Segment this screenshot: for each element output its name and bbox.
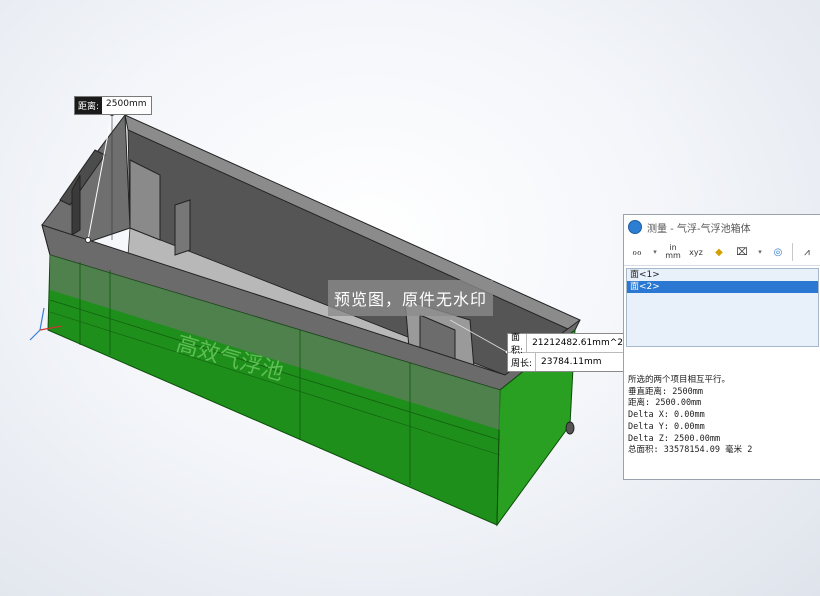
result-line: 总面积: 33578154.09 毫米 2 <box>628 445 753 456</box>
result-line: Delta Y: 0.00mm <box>628 421 705 432</box>
point-to-point-icon[interactable]: ◆ <box>710 243 728 261</box>
result-line: 所选的两个项目相互平行。 <box>628 375 731 385</box>
result-line: Delta X: 0.00mm <box>628 410 705 421</box>
xyz-icon[interactable]: xyz <box>687 243 705 261</box>
watermark: 预览图，原件无水印 <box>328 280 493 316</box>
result-line: 距离: 2500.00mm <box>628 398 702 409</box>
distance-callout-label: 距离: <box>75 97 103 114</box>
tank-nozzle <box>565 421 575 435</box>
area-label: 面积: <box>508 333 528 356</box>
triad-icon <box>39 307 45 331</box>
arc-options-icon[interactable]: ℴℴ <box>628 243 646 261</box>
face-callout: 面积: 21212482.61mm^2 周长: 23784.11mm <box>507 333 624 372</box>
tank-partition <box>174 199 191 256</box>
perimeter-value: 23784.11mm <box>541 357 602 367</box>
measure-toolbar: ℴℴ ▾ in mm xyz ◆ ⌧ ▾ ◎ ⩘ <box>624 239 820 266</box>
perimeter-label: 周长: <box>508 353 536 371</box>
selection-list[interactable]: 面<1> 面<2> <box>626 268 819 347</box>
result-line: 垂直距离: 2500mm <box>628 386 703 397</box>
selection-item[interactable]: 面<1> <box>627 269 818 281</box>
result-line: Delta Z: 2500.00mm <box>628 433 721 444</box>
sensor-icon[interactable]: ⩘ <box>798 243 816 261</box>
measure-panel[interactable]: 测量 - 气浮-气浮池箱体 ℴℴ ▾ in mm xyz ◆ ⌧ ▾ ◎ ⩘ 面<… <box>623 214 820 480</box>
measure-panel-title: 测量 - 气浮-气浮池箱体 <box>647 223 751 235</box>
measure-panel-titlebar[interactable]: 测量 - 气浮-气浮池箱体 <box>624 215 820 239</box>
toolbar-divider <box>792 243 793 261</box>
units-icon[interactable]: in mm <box>664 243 682 261</box>
selection-item[interactable]: 面<2> <box>627 281 818 293</box>
measure-results: 所选的两个项目相互平行。 垂直距离: 2500mm 距离: 2500.00mm … <box>624 347 820 457</box>
distance-callout-value: 2500mm <box>106 99 147 109</box>
area-value: 21212482.61mm^2 <box>532 338 623 348</box>
distance-callout: 距离: 2500mm <box>74 96 152 115</box>
measure-icon <box>628 220 642 234</box>
chevron-down-icon[interactable]: ▾ <box>756 243 764 261</box>
projection-icon[interactable]: ⌧ <box>733 243 751 261</box>
chevron-down-icon[interactable]: ▾ <box>651 243 659 261</box>
history-icon[interactable]: ◎ <box>769 243 787 261</box>
